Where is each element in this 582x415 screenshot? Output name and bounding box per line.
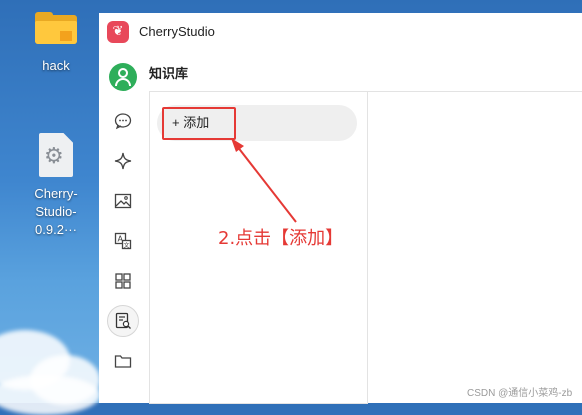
annotation-arrow xyxy=(231,138,297,223)
annotation-text: 2.点击【添加】 xyxy=(218,228,344,249)
watermark: CSDN @通信小菜鸡-zb xyxy=(467,388,573,399)
